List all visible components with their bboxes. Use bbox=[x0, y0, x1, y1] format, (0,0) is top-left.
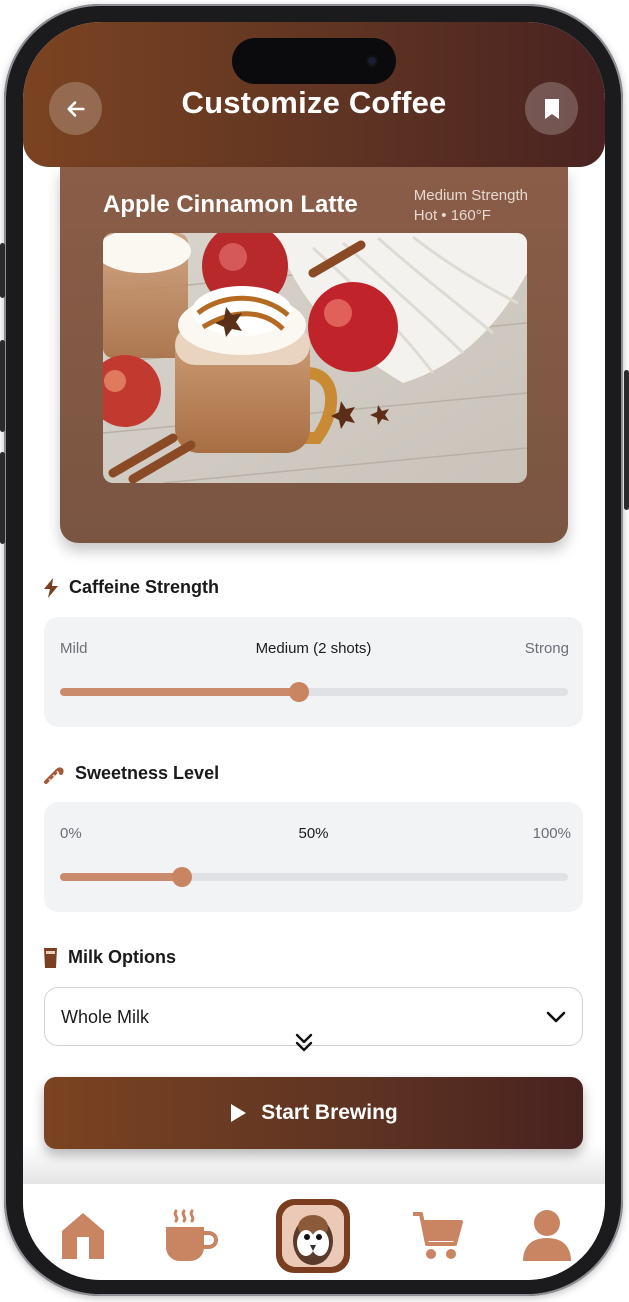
caffeine-value-label: Medium (2 shots) bbox=[255, 640, 372, 657]
page-title: Customize Coffee bbox=[181, 85, 447, 120]
candy-cane-icon bbox=[44, 767, 64, 784]
start-brewing-button[interactable]: Start Brewing bbox=[44, 1077, 583, 1149]
volume-up-button bbox=[0, 340, 5, 432]
milk-selected-value: Whole Milk bbox=[61, 1007, 150, 1027]
nav-avatar[interactable] bbox=[276, 1199, 350, 1273]
milk-heading-label: Milk Options bbox=[68, 947, 176, 967]
coffee-cup-icon bbox=[166, 1209, 218, 1261]
sweetness-heading: Sweetness Level bbox=[43, 762, 219, 784]
caffeine-panel: Mild Medium (2 shots) Strong bbox=[44, 617, 583, 727]
coffee-name: Apple Cinnamon Latte bbox=[103, 191, 358, 218]
milk-glass-icon bbox=[44, 947, 57, 968]
avatar bbox=[282, 1205, 344, 1267]
play-icon bbox=[231, 1104, 247, 1122]
dynamic-island bbox=[232, 38, 396, 84]
caffeine-heading: Caffeine Strength bbox=[43, 577, 219, 598]
sweetness-max-label: 100% bbox=[532, 825, 571, 842]
caffeine-max-label: Strong bbox=[524, 640, 569, 657]
start-brewing-label: Start Brewing bbox=[261, 1101, 398, 1124]
latte-photo bbox=[103, 233, 527, 483]
scroll-fade bbox=[23, 1144, 605, 1184]
home-icon bbox=[62, 1213, 104, 1259]
sweetness-panel: 0% 50% 100% bbox=[44, 802, 583, 912]
caffeine-slider-fill bbox=[60, 688, 299, 696]
nav-cart[interactable] bbox=[402, 1200, 472, 1270]
sweetness-heading-label: Sweetness Level bbox=[75, 762, 220, 783]
power-button bbox=[624, 370, 629, 510]
nav-home[interactable] bbox=[48, 1200, 118, 1270]
sweetness-value-label: 50% bbox=[298, 825, 329, 842]
double-chevron-down-icon[interactable] bbox=[295, 1033, 313, 1053]
cart-icon bbox=[413, 1212, 463, 1259]
milk-heading: Milk Options bbox=[43, 947, 176, 968]
sweetness-slider-fill bbox=[60, 873, 182, 881]
bookmark-icon bbox=[544, 98, 559, 119]
sweetness-slider[interactable] bbox=[60, 867, 568, 887]
bottom-nav bbox=[23, 1184, 605, 1280]
coffee-strength: Medium Strength bbox=[413, 187, 528, 204]
bookmark-button[interactable] bbox=[525, 82, 578, 135]
caffeine-heading-label: Caffeine Strength bbox=[69, 577, 220, 597]
sweetness-slider-thumb[interactable] bbox=[171, 867, 192, 887]
nav-coffee[interactable] bbox=[156, 1200, 226, 1270]
coffee-card: Apple Cinnamon Latte Medium Strength Hot… bbox=[60, 167, 568, 543]
caffeine-slider-thumb[interactable] bbox=[288, 682, 309, 702]
volume-down-button bbox=[0, 452, 5, 544]
bolt-icon bbox=[44, 577, 58, 598]
chevron-down-icon bbox=[546, 1011, 566, 1023]
coffee-temperature: Hot • 160°F bbox=[413, 207, 491, 224]
milk-select[interactable]: Whole Milk bbox=[44, 987, 583, 1052]
caffeine-slider[interactable] bbox=[60, 682, 568, 702]
app-screen: Customize Coffee Apple Cinnamon Latte Me… bbox=[23, 22, 605, 1280]
silent-switch bbox=[0, 243, 5, 298]
profile-icon bbox=[523, 1210, 571, 1261]
nav-profile[interactable] bbox=[512, 1200, 582, 1270]
coffee-meta: Medium Strength Hot • 160°F bbox=[414, 186, 528, 226]
